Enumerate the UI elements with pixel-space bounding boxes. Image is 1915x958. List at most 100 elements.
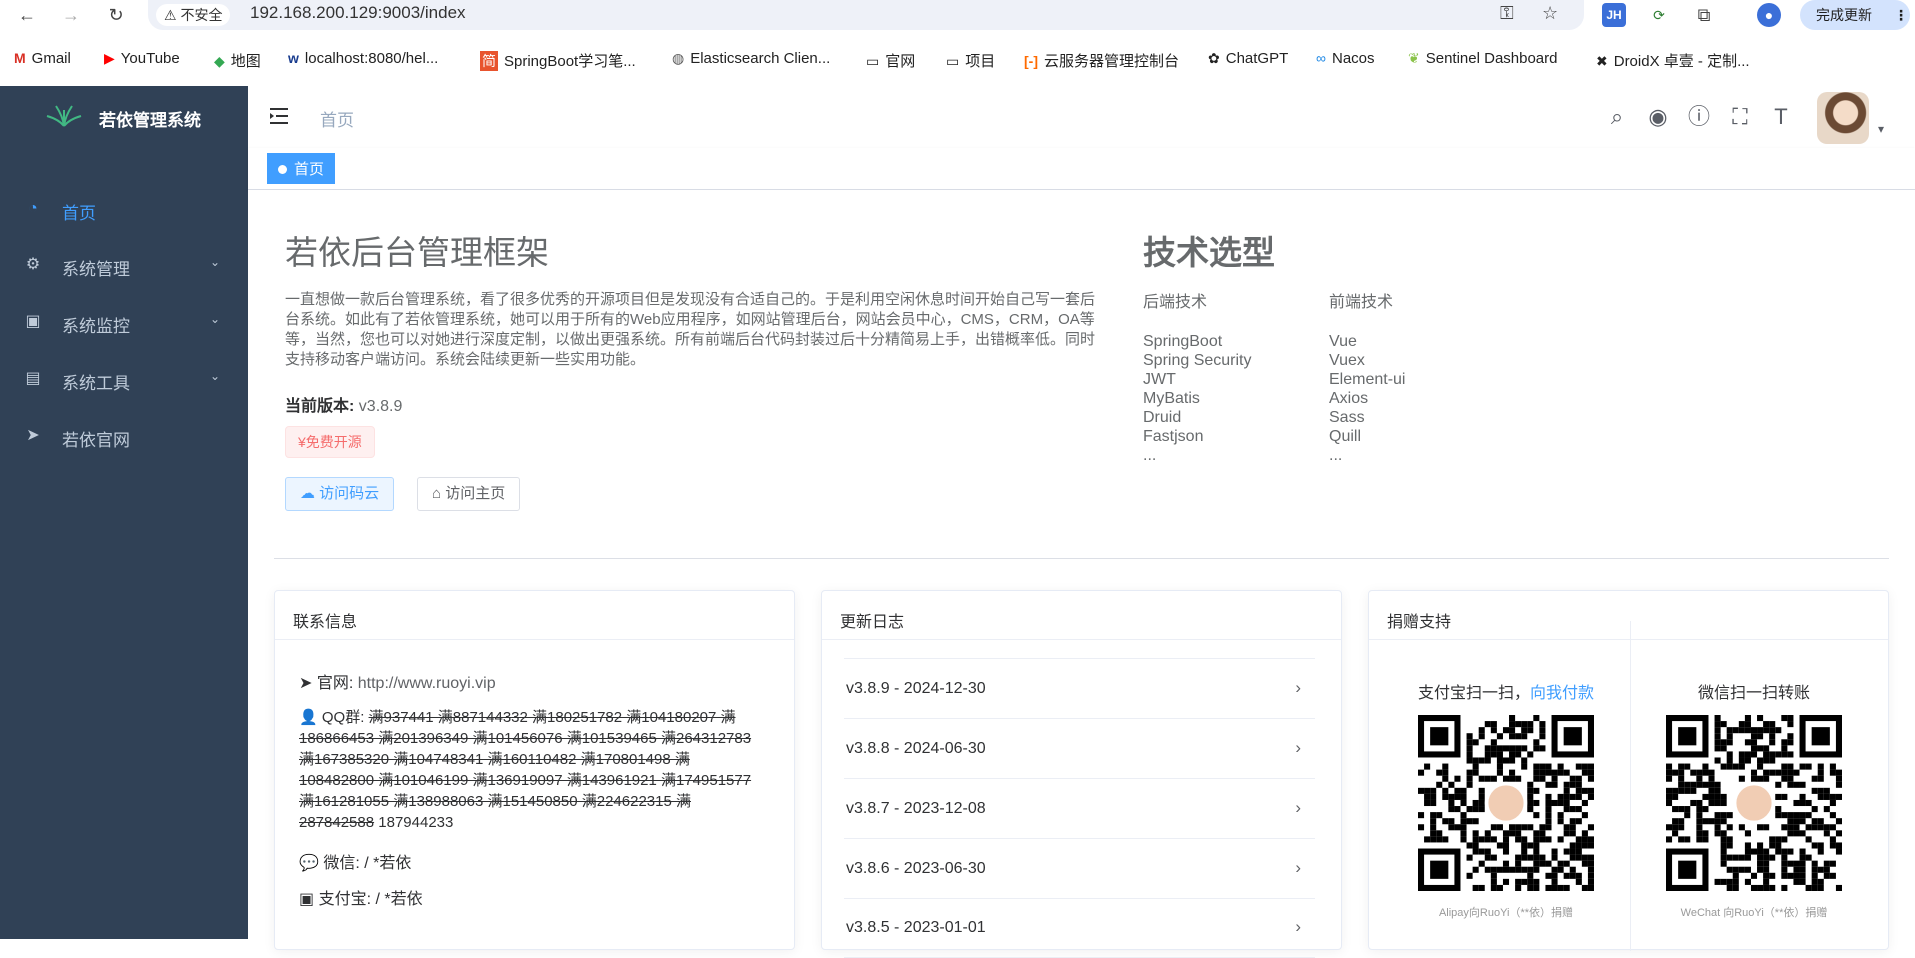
bookmark-label: Gmail <box>31 50 71 67</box>
changelog-item[interactable]: v3.8.8 - 2024-06-30 › <box>844 719 1315 779</box>
extension-icon[interactable]: ⟳ <box>1647 3 1671 27</box>
bookmark-label: 地图 <box>230 53 261 70</box>
globe-icon: ◍ <box>672 50 685 66</box>
folder-icon: ▭ <box>866 53 880 69</box>
bookmark-chatgpt[interactable]: ✿ ChatGPT <box>1208 50 1288 67</box>
security-label: 不安全 <box>180 7 223 23</box>
url-text[interactable]: 192.168.200.129:9003/index <box>250 3 466 23</box>
caret-down-icon[interactable]: ▾ <box>1878 122 1884 136</box>
chevron-right-icon: › <box>1295 798 1301 817</box>
tech-item: Vuex <box>1329 352 1365 369</box>
navbar: 首页 ⌕ ◉ ⓘ ⛶ T ▾ <box>248 86 1915 148</box>
alipay-value: / *若依 <box>375 891 423 908</box>
changelog-item[interactable]: v3.8.9 - 2024-12-30 › <box>844 659 1315 719</box>
menu-item-system[interactable]: ⚙ 系统管理 ⌄ <box>0 238 248 294</box>
avatar[interactable] <box>1817 92 1869 144</box>
menu-item-home[interactable]: ◔ 首页 <box>0 182 248 238</box>
bookmark-star-icon[interactable]: ☆ <box>1542 3 1558 24</box>
fullscreen-icon[interactable]: ⛶ <box>1727 104 1753 130</box>
bookmark-label: localhost:8080/hel... <box>304 50 439 67</box>
menu-label: 系统管理 <box>62 260 130 279</box>
jh-extension-icon[interactable]: JH <box>1602 3 1626 27</box>
bookmark-label: Nacos <box>1331 50 1375 67</box>
bookmark-nacos[interactable]: ∞ Nacos <box>1316 50 1375 67</box>
help-icon[interactable]: ⓘ <box>1686 104 1712 130</box>
address-bar[interactable]: ⚠ 不安全 192.168.200.129:9003/index ⚿ ☆ <box>148 0 1584 30</box>
security-badge[interactable]: ⚠ 不安全 <box>156 4 231 26</box>
maps-icon: ◆ <box>214 53 225 69</box>
bookmark-droidx[interactable]: ✖ DroidX 卓壹 - 定制... <box>1596 50 1750 71</box>
main-content: 若依后台管理框架 一直想做一款后台管理系统，看了很多优秀的开源项目但是发现没有合… <box>248 190 1915 958</box>
alipay-pay-link[interactable]: 向我付款 <box>1530 685 1594 702</box>
tag-home[interactable]: 首页 <box>267 153 336 184</box>
back-icon[interactable]: ← <box>14 2 40 28</box>
logo[interactable]: 若依管理系统 <box>0 86 248 146</box>
update-button[interactable]: 完成更新 ⋮ <box>1800 0 1910 30</box>
backend-tech-list: 后端技术 SpringBoot Spring Security JWT MyBa… <box>1143 288 1252 465</box>
donate-card: 捐赠支持 支付宝扫一扫，向我付款 Alipay向RuoYi（**依）捐赠 微信扫… <box>1368 590 1889 951</box>
bookmark-gmail[interactable]: M Gmail <box>14 50 71 67</box>
menu-dots-icon[interactable]: ⋮ <box>1894 0 1908 30</box>
dashboard-icon: ◔ <box>28 200 38 217</box>
visit-gitee-button[interactable]: ☁ 访问码云 <box>285 477 395 511</box>
button-label: 访问主页 <box>445 485 506 502</box>
intro-title: 若依后台管理框架 <box>285 234 549 271</box>
backend-heading: 后端技术 <box>1143 294 1208 311</box>
tags-view: 首页 <box>248 148 1915 190</box>
bookmark-elasticsearch[interactable]: ◍ Elasticsearch Clien... <box>672 50 830 67</box>
menu-item-official-site[interactable]: ➤ 若依官网 <box>0 409 248 465</box>
hamburger-icon[interactable] <box>268 104 292 128</box>
menu-item-monitor[interactable]: ▣ 系统监控 ⌄ <box>0 295 248 351</box>
cloud-icon: ☁ <box>300 485 315 502</box>
bookmark-localhost[interactable]: w localhost:8080/hel... <box>288 50 438 67</box>
bookmark-springboot[interactable]: 简 SpringBoot学习笔... <box>480 50 636 71</box>
chevron-down-icon: ⌄ <box>210 312 221 326</box>
bookmark-label: YouTube <box>120 50 180 67</box>
forward-icon[interactable]: → <box>58 2 84 28</box>
bookmark-label: SpringBoot学习笔... <box>504 53 636 70</box>
donate-separator <box>1630 621 1631 951</box>
visit-home-button[interactable]: ⌂ 访问主页 <box>417 477 521 511</box>
puzzle-icon[interactable]: ⧉ <box>1692 3 1716 27</box>
site-link[interactable]: http://www.ruoyi.vip <box>358 675 496 692</box>
changelog-item[interactable]: v3.8.5 - 2023-01-01 › <box>844 898 1315 958</box>
tech-item: ... <box>1329 447 1343 464</box>
bookmark-cloud[interactable]: [-] 云服务器管理控制台 <box>1024 50 1179 71</box>
alipay-qr-code <box>1418 715 1594 891</box>
bookmark-sentinel[interactable]: ❦ Sentinel Dashboard <box>1408 50 1558 67</box>
chevron-down-icon: ⌄ <box>210 255 221 269</box>
user-icon: 👤 <box>299 709 318 726</box>
bookmark-xiangmu[interactable]: ▭ 项目 <box>946 50 995 71</box>
bookmark-youtube[interactable]: ▶ YouTube <box>104 50 180 67</box>
alipay-caption: Alipay向RuoYi（**依）捐赠 <box>1438 907 1574 919</box>
menu-item-tools[interactable]: ▤ 系统工具 ⌄ <box>0 352 248 408</box>
sidebar: 若依管理系统 ◔ 首页 ⚙ 系统管理 ⌄ ▣ 系统监控 ⌄ ▤ 系统工具 ⌄ ➤… <box>0 86 248 939</box>
bookmark-guanwang[interactable]: ▭ 官网 <box>866 50 915 71</box>
changelog-item[interactable]: v3.8.6 - 2023-06-30 › <box>844 839 1315 899</box>
profile-icon[interactable]: ● <box>1757 3 1781 27</box>
droidx-icon: ✖ <box>1596 53 1608 69</box>
qq-group-active: 187944233 <box>378 814 454 831</box>
github-icon[interactable]: ◉ <box>1645 104 1671 130</box>
openai-icon: ✿ <box>1208 50 1220 66</box>
card-title: 联系信息 <box>275 591 794 640</box>
key-icon[interactable]: ⚿ <box>1500 3 1514 24</box>
bookmark-label: 官网 <box>885 53 916 70</box>
window-edge <box>0 2 8 28</box>
bookmark-maps[interactable]: ◆ 地图 <box>214 50 261 71</box>
tech-item: ... <box>1143 447 1157 464</box>
wechat-column: 微信扫一扫转账 WeChat 向RuoYi（**依）捐赠 <box>1639 679 1869 920</box>
menu-label: 系统工具 <box>62 374 130 393</box>
card-title: 更新日志 <box>822 591 1341 640</box>
reload-icon[interactable]: ↻ <box>103 2 129 28</box>
search-icon[interactable]: ⌕ <box>1604 104 1630 130</box>
font-size-icon[interactable]: T <box>1768 104 1794 130</box>
bookmark-label: Elasticsearch Clien... <box>690 50 831 67</box>
alipay-label: 支付宝: <box>318 891 372 908</box>
menu-label: 若依官网 <box>62 431 130 450</box>
changelog-item[interactable]: v3.8.7 - 2023-12-08 › <box>844 779 1315 839</box>
tech-item: Spring Security <box>1143 352 1252 369</box>
changelog-label: v3.8.7 - 2023-12-08 <box>846 800 986 817</box>
intro-text: 一直想做一款后台管理系统，看了很多优秀的开源项目但是发现没有合适自己的。于是利用… <box>285 291 1096 368</box>
breadcrumb[interactable]: 首页 <box>320 106 354 131</box>
